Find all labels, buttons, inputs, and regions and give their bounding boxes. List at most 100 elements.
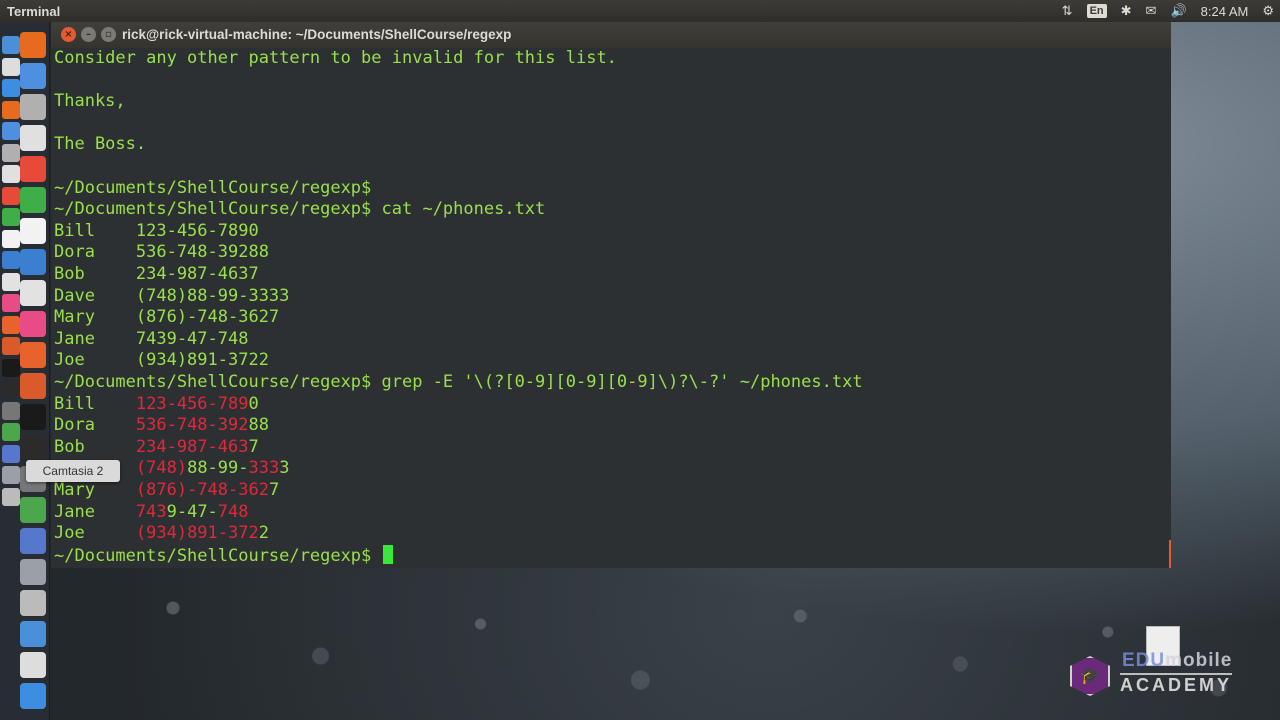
terminal-text: ~/Documents/ShellCourse/regexp$ — [54, 545, 382, 566]
terminal-text: 7 — [268, 480, 280, 500]
chart-icon[interactable] — [20, 249, 46, 275]
edumobile-watermark: 🎓 EDUmobile ACADEMY — [1070, 650, 1270, 700]
terminal-text: Dave (748)88-99-3333 — [54, 285, 290, 306]
terminal-line: ~/Documents/ShellCourse/regexp$ grep -E … — [54, 372, 863, 394]
trash-icon[interactable] — [2, 487, 20, 506]
spreadsheet-icon[interactable] — [20, 280, 46, 306]
match-highlight: (876)-748-362 — [135, 480, 269, 500]
terminal-line: Mary (876)-748-3627 — [54, 480, 279, 502]
terminal-text: Consider any other pattern to be invalid… — [54, 48, 617, 68]
terminal-titlebar[interactable]: × – ▫ rick@rick-virtual-machine: ~/Docum… — [51, 22, 1171, 48]
volume-icon[interactable]: 🔊 — [1170, 3, 1186, 19]
match-highlight: (934)891-372 — [135, 523, 259, 544]
minimize-button[interactable]: – — [81, 27, 96, 42]
compass-icon[interactable] — [2, 79, 20, 97]
terminal-line: ~/Documents/ShellCourse/regexp$ cat ~/ph… — [54, 199, 545, 221]
disk-icon[interactable] — [2, 466, 20, 484]
terminal-line: The Boss. — [54, 134, 146, 156]
workspace-icon[interactable] — [20, 621, 46, 647]
match-highlight: 123-456-789 — [135, 393, 249, 414]
terminal-text: Bill — [54, 393, 136, 414]
maximize-button[interactable]: ▫ — [101, 27, 116, 42]
dash-icon[interactable] — [20, 32, 46, 58]
camtasia-icon[interactable] — [20, 590, 46, 616]
terminal-text: ~/Documents/ShellCourse/regexp$ cat ~/ph… — [54, 199, 546, 220]
terminal-text: 3 — [279, 458, 290, 479]
camtasia-icon[interactable] — [2, 423, 20, 441]
calendar-icon[interactable] — [2, 165, 20, 183]
terminal-text: 7 — [248, 436, 259, 457]
match-highlight: 748 — [217, 501, 249, 522]
presentation-icon[interactable] — [2, 315, 20, 334]
terminal-line: Dora 536-748-39288 — [54, 415, 269, 437]
terminal-text: Joe (934)891-3722 — [54, 350, 269, 371]
terminal-text: Mary — [54, 480, 136, 500]
settings-icon[interactable] — [2, 57, 20, 76]
window-title: rick@rick-virtual-machine: ~/Documents/S… — [122, 27, 512, 42]
files-icon[interactable] — [20, 187, 46, 213]
terminal-line: Mary (876)-748-3627 — [54, 307, 279, 329]
system-settings-icon[interactable] — [2, 401, 20, 420]
terminal-text: Thanks, — [54, 91, 126, 112]
terminal-text: Mary (876)-748-3627 — [54, 307, 280, 328]
terminal-text: The Boss. — [54, 134, 147, 155]
mail-icon[interactable] — [20, 156, 46, 182]
terminal-line: Thanks, — [54, 91, 126, 113]
settings-icon[interactable] — [20, 63, 46, 89]
amazon-icon[interactable] — [20, 497, 46, 523]
settings-gear-icon[interactable]: ⚙ — [1262, 3, 1274, 19]
terminal-text: 88-99- — [187, 458, 249, 479]
mail-icon[interactable]: ✉ — [1146, 3, 1157, 19]
presentation-icon[interactable] — [20, 435, 46, 461]
files-icon[interactable] — [2, 143, 20, 162]
bluetooth-icon[interactable]: ✱ — [1121, 3, 1132, 19]
terminal-output[interactable]: Consider any other pattern to be invalid… — [54, 48, 1168, 568]
keyboard-language-indicator[interactable]: En — [1086, 4, 1107, 18]
close-button[interactable]: × — [61, 27, 76, 42]
terminal-text: ~/Documents/ShellCourse/regexp$ grep -E … — [54, 372, 863, 392]
text-editor-icon[interactable] — [2, 251, 20, 269]
compass-icon[interactable] — [20, 94, 46, 120]
dash-icon[interactable] — [2, 36, 20, 54]
music-icon[interactable] — [20, 404, 46, 430]
terminal-line: Dora 536-748-39288 — [54, 242, 269, 264]
calendar-icon[interactable] — [20, 218, 46, 244]
firefox-icon[interactable] — [2, 100, 20, 119]
launcher — [0, 22, 50, 720]
terminal-line: Joe (934)891-3722 — [54, 523, 269, 545]
document-icon[interactable] — [2, 229, 20, 248]
terminal-line: Bob 234-987-4637 — [54, 437, 259, 459]
network-icon[interactable]: ⇅ — [1062, 3, 1073, 19]
match-highlight: 333 — [248, 458, 280, 479]
system-settings-icon[interactable] — [20, 559, 46, 585]
disk-icon[interactable] — [20, 652, 46, 678]
music-icon[interactable] — [2, 294, 20, 312]
clock[interactable]: 8:24 AM — [1201, 4, 1249, 19]
chart-icon[interactable] — [2, 186, 20, 205]
mail-icon[interactable] — [2, 122, 20, 140]
watermark-edu: EDU — [1122, 650, 1166, 671]
spreadsheet-icon[interactable] — [2, 208, 20, 226]
terminal-icon[interactable] — [2, 380, 20, 398]
terminal-cursor — [382, 544, 393, 564]
terminal-icon[interactable] — [20, 528, 46, 554]
terminal-line: Bill 123-456-7890 — [54, 221, 259, 243]
text-editor-icon[interactable] — [20, 342, 46, 368]
photos-icon[interactable] — [2, 272, 20, 291]
match-highlight: 536-748-392 — [135, 415, 249, 436]
terminal-line: Dave (748)88-99-3333 — [54, 286, 289, 308]
terminal-line: ~/Documents/ShellCourse/regexp$ — [54, 178, 371, 200]
graduation-cap-icon: 🎓 — [1070, 656, 1110, 696]
software-center-icon[interactable] — [2, 337, 20, 355]
terminal-window[interactable]: × – ▫ rick@rick-virtual-machine: ~/Docum… — [51, 22, 1171, 568]
match-highlight: 743 — [135, 501, 167, 522]
trash-icon[interactable] — [20, 683, 46, 709]
watermark-mobile: mobile — [1165, 650, 1233, 671]
photos-icon[interactable] — [20, 373, 46, 399]
workspace-icon[interactable] — [2, 444, 20, 463]
terminal-text: 88 — [248, 415, 269, 436]
amazon-icon[interactable] — [2, 358, 20, 377]
document-icon[interactable] — [20, 311, 46, 337]
firefox-icon[interactable] — [20, 125, 46, 151]
terminal-line: Consider any other pattern to be invalid… — [54, 48, 617, 70]
